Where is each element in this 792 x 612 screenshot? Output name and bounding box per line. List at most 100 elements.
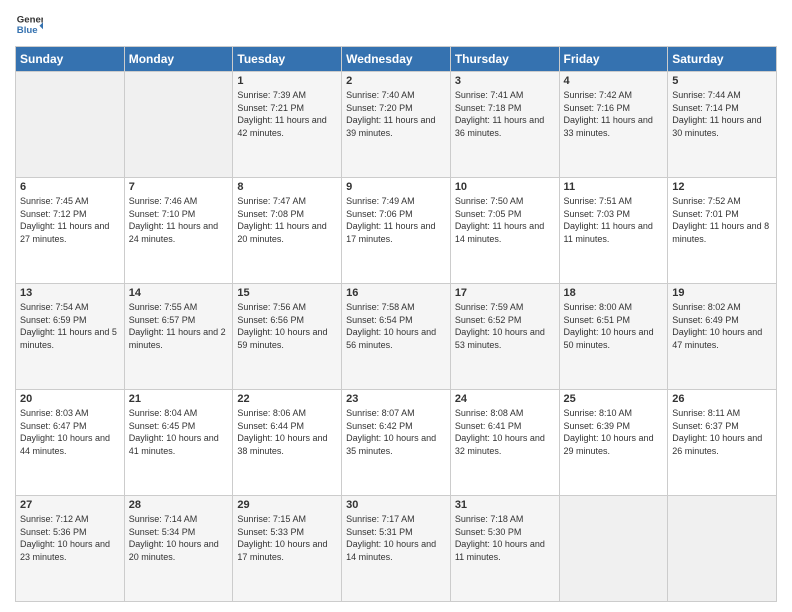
day-number: 13 (20, 287, 120, 299)
cell-info: Sunrise: 8:10 AMSunset: 6:39 PMDaylight:… (564, 407, 664, 457)
calendar-cell: 15 Sunrise: 7:56 AMSunset: 6:56 PMDayligh… (233, 284, 342, 390)
day-number: 26 (672, 393, 772, 405)
header: General Blue (15, 10, 777, 38)
page: General Blue SundayMondayTuesdayWednesda… (0, 0, 792, 612)
day-number: 25 (564, 393, 664, 405)
cell-info: Sunrise: 8:06 AMSunset: 6:44 PMDaylight:… (237, 407, 337, 457)
day-number: 4 (564, 75, 664, 87)
cell-info: Sunrise: 8:11 AMSunset: 6:37 PMDaylight:… (672, 407, 772, 457)
week-row-0: 1 Sunrise: 7:39 AMSunset: 7:21 PMDaylight… (16, 72, 777, 178)
calendar-cell: 9 Sunrise: 7:49 AMSunset: 7:06 PMDaylight… (342, 178, 451, 284)
calendar-cell: 6 Sunrise: 7:45 AMSunset: 7:12 PMDaylight… (16, 178, 125, 284)
header-row: SundayMondayTuesdayWednesdayThursdayFrid… (16, 47, 777, 72)
calendar-cell (668, 496, 777, 602)
day-number: 14 (129, 287, 229, 299)
cell-info: Sunrise: 7:12 AMSunset: 5:36 PMDaylight:… (20, 513, 120, 563)
logo-icon: General Blue (15, 10, 43, 38)
header-cell-friday: Friday (559, 47, 668, 72)
cell-info: Sunrise: 7:51 AMSunset: 7:03 PMDaylight:… (564, 195, 664, 245)
calendar-cell (559, 496, 668, 602)
cell-info: Sunrise: 7:40 AMSunset: 7:20 PMDaylight:… (346, 89, 446, 139)
calendar-cell: 12 Sunrise: 7:52 AMSunset: 7:01 PMDayligh… (668, 178, 777, 284)
day-number: 27 (20, 499, 120, 511)
calendar-cell: 24 Sunrise: 8:08 AMSunset: 6:41 PMDayligh… (450, 390, 559, 496)
calendar-cell: 17 Sunrise: 7:59 AMSunset: 6:52 PMDayligh… (450, 284, 559, 390)
header-cell-sunday: Sunday (16, 47, 125, 72)
cell-info: Sunrise: 7:59 AMSunset: 6:52 PMDaylight:… (455, 301, 555, 351)
calendar-cell: 19Sunrise: 8:02 AMSunset: 6:49 PMDayligh… (668, 284, 777, 390)
calendar-cell: 27 Sunrise: 7:12 AMSunset: 5:36 PMDayligh… (16, 496, 125, 602)
day-number: 30 (346, 499, 446, 511)
header-cell-saturday: Saturday (668, 47, 777, 72)
calendar-cell: 16 Sunrise: 7:58 AMSunset: 6:54 PMDayligh… (342, 284, 451, 390)
cell-info: Sunrise: 7:52 AMSunset: 7:01 PMDaylight:… (672, 195, 772, 245)
day-number: 21 (129, 393, 229, 405)
calendar-cell: 26 Sunrise: 8:11 AMSunset: 6:37 PMDayligh… (668, 390, 777, 496)
calendar-cell: 20 Sunrise: 8:03 AMSunset: 6:47 PMDayligh… (16, 390, 125, 496)
day-number: 11 (564, 181, 664, 193)
cell-info: Sunrise: 8:07 AMSunset: 6:42 PMDaylight:… (346, 407, 446, 457)
day-number: 18 (564, 287, 664, 299)
calendar-body: 1 Sunrise: 7:39 AMSunset: 7:21 PMDaylight… (16, 72, 777, 602)
calendar-cell: 18 Sunrise: 8:00 AMSunset: 6:51 PMDayligh… (559, 284, 668, 390)
calendar-cell: 30 Sunrise: 7:17 AMSunset: 5:31 PMDayligh… (342, 496, 451, 602)
day-number: 7 (129, 181, 229, 193)
cell-info: Sunrise: 7:56 AMSunset: 6:56 PMDaylight:… (237, 301, 337, 351)
cell-info: Sunrise: 7:17 AMSunset: 5:31 PMDaylight:… (346, 513, 446, 563)
week-row-4: 27 Sunrise: 7:12 AMSunset: 5:36 PMDayligh… (16, 496, 777, 602)
calendar-table: SundayMondayTuesdayWednesdayThursdayFrid… (15, 46, 777, 602)
cell-info: Sunrise: 7:54 AMSunset: 6:59 PMDaylight:… (20, 301, 120, 351)
calendar-cell: 31Sunrise: 7:18 AMSunset: 5:30 PMDayligh… (450, 496, 559, 602)
cell-info: Sunrise: 7:55 AMSunset: 6:57 PMDaylight:… (129, 301, 229, 351)
cell-info: Sunrise: 7:58 AMSunset: 6:54 PMDaylight:… (346, 301, 446, 351)
calendar-cell: 10Sunrise: 7:50 AMSunset: 7:05 PMDayligh… (450, 178, 559, 284)
calendar-header: SundayMondayTuesdayWednesdayThursdayFrid… (16, 47, 777, 72)
day-number: 20 (20, 393, 120, 405)
day-number: 29 (237, 499, 337, 511)
day-number: 12 (672, 181, 772, 193)
day-number: 31 (455, 499, 555, 511)
cell-info: Sunrise: 7:50 AMSunset: 7:05 PMDaylight:… (455, 195, 555, 245)
day-number: 9 (346, 181, 446, 193)
calendar-cell: 29 Sunrise: 7:15 AMSunset: 5:33 PMDayligh… (233, 496, 342, 602)
cell-info: Sunrise: 8:03 AMSunset: 6:47 PMDaylight:… (20, 407, 120, 457)
day-number: 24 (455, 393, 555, 405)
cell-info: Sunrise: 7:41 AMSunset: 7:18 PMDaylight:… (455, 89, 555, 139)
calendar-cell: 7 Sunrise: 7:46 AMSunset: 7:10 PMDaylight… (124, 178, 233, 284)
cell-info: Sunrise: 7:45 AMSunset: 7:12 PMDaylight:… (20, 195, 120, 245)
day-number: 16 (346, 287, 446, 299)
cell-info: Sunrise: 7:46 AMSunset: 7:10 PMDaylight:… (129, 195, 229, 245)
week-row-2: 13 Sunrise: 7:54 AMSunset: 6:59 PMDayligh… (16, 284, 777, 390)
logo: General Blue (15, 10, 43, 38)
cell-info: Sunrise: 7:47 AMSunset: 7:08 PMDaylight:… (237, 195, 337, 245)
day-number: 22 (237, 393, 337, 405)
calendar-cell: 21Sunrise: 8:04 AMSunset: 6:45 PMDayligh… (124, 390, 233, 496)
svg-text:Blue: Blue (17, 25, 38, 36)
cell-info: Sunrise: 7:15 AMSunset: 5:33 PMDaylight:… (237, 513, 337, 563)
svg-text:General: General (17, 14, 43, 25)
calendar-cell: 22 Sunrise: 8:06 AMSunset: 6:44 PMDayligh… (233, 390, 342, 496)
calendar-cell: 28Sunrise: 7:14 AMSunset: 5:34 PMDayligh… (124, 496, 233, 602)
day-number: 6 (20, 181, 120, 193)
cell-info: Sunrise: 8:00 AMSunset: 6:51 PMDaylight:… (564, 301, 664, 351)
week-row-1: 6 Sunrise: 7:45 AMSunset: 7:12 PMDaylight… (16, 178, 777, 284)
header-cell-tuesday: Tuesday (233, 47, 342, 72)
calendar-cell (124, 72, 233, 178)
day-number: 28 (129, 499, 229, 511)
cell-info: Sunrise: 7:42 AMSunset: 7:16 PMDaylight:… (564, 89, 664, 139)
calendar-cell: 8Sunrise: 7:47 AMSunset: 7:08 PMDaylight… (233, 178, 342, 284)
cell-info: Sunrise: 8:08 AMSunset: 6:41 PMDaylight:… (455, 407, 555, 457)
day-number: 3 (455, 75, 555, 87)
calendar-cell: 2Sunrise: 7:40 AMSunset: 7:20 PMDaylight… (342, 72, 451, 178)
day-number: 5 (672, 75, 772, 87)
day-number: 17 (455, 287, 555, 299)
day-number: 19 (672, 287, 772, 299)
header-cell-monday: Monday (124, 47, 233, 72)
day-number: 1 (237, 75, 337, 87)
cell-info: Sunrise: 7:49 AMSunset: 7:06 PMDaylight:… (346, 195, 446, 245)
calendar-cell: 5Sunrise: 7:44 AMSunset: 7:14 PMDaylight… (668, 72, 777, 178)
cell-info: Sunrise: 7:39 AMSunset: 7:21 PMDaylight:… (237, 89, 337, 139)
header-cell-wednesday: Wednesday (342, 47, 451, 72)
day-number: 15 (237, 287, 337, 299)
week-row-3: 20 Sunrise: 8:03 AMSunset: 6:47 PMDayligh… (16, 390, 777, 496)
